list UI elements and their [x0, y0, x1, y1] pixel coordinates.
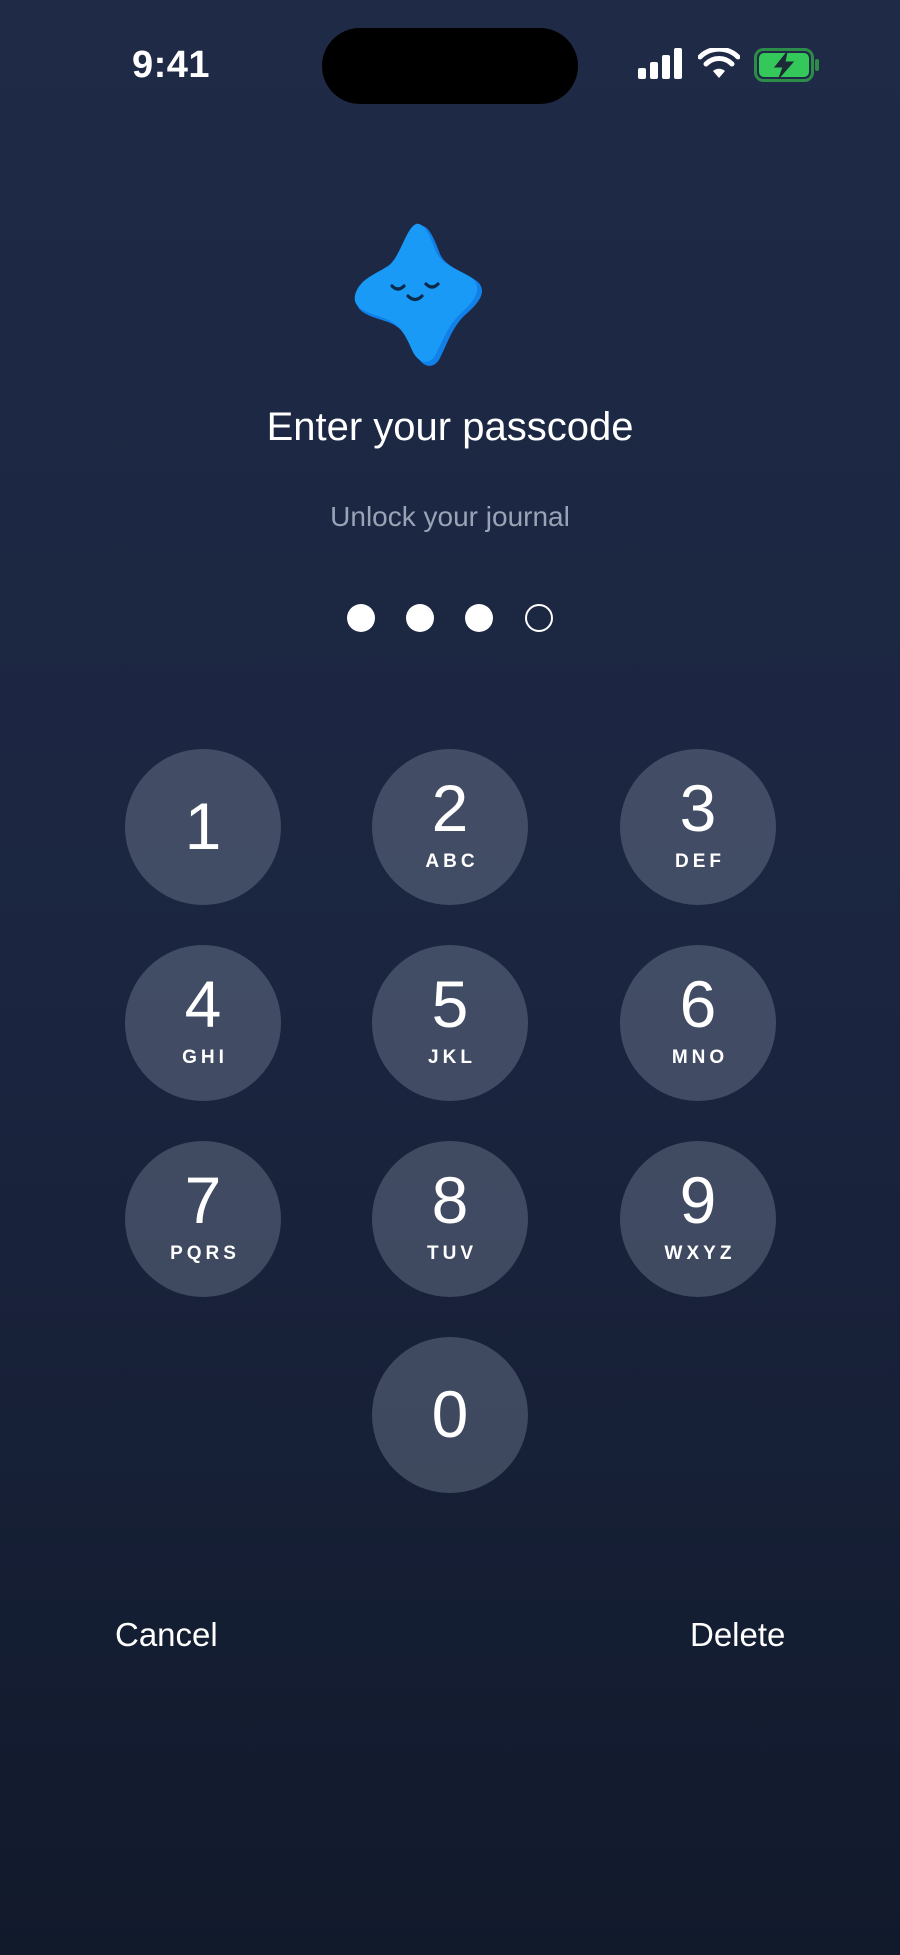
key-9[interactable]: 9 WXYZ — [620, 1141, 776, 1297]
cancel-button[interactable]: Cancel — [115, 1616, 218, 1654]
passcode-dot — [465, 604, 493, 632]
key-letters: PQRS — [170, 1243, 240, 1264]
key-6[interactable]: 6 MNO — [620, 945, 776, 1101]
key-8[interactable]: 8 TUV — [372, 1141, 528, 1297]
key-digit: 0 — [431, 1377, 469, 1451]
key-letters: ABC — [425, 851, 479, 872]
key-5[interactable]: 5 JKL — [372, 945, 528, 1101]
delete-button[interactable]: Delete — [690, 1616, 785, 1654]
page-title: Enter your passcode — [266, 405, 634, 449]
key-letters: MNO — [671, 1047, 729, 1068]
battery-charging-icon — [754, 48, 819, 82]
page-subtitle: Unlock your journal — [330, 501, 570, 532]
status-time: 9:41 — [132, 44, 211, 86]
key-digit: 2 — [431, 771, 469, 845]
status-icons — [638, 48, 819, 84]
key-digit: 6 — [679, 967, 717, 1041]
key-letters: JKL — [428, 1047, 476, 1068]
cellular-signal-icon — [638, 48, 682, 79]
key-letters: WXYZ — [664, 1243, 736, 1264]
key-7[interactable]: 7 PQRS — [125, 1141, 281, 1297]
passcode-indicator — [0, 604, 900, 634]
key-letters: GHI — [182, 1047, 228, 1068]
key-digit: 3 — [679, 771, 717, 845]
dynamic-island — [322, 28, 578, 104]
key-0[interactable]: 0 — [372, 1337, 528, 1493]
star-mascot-icon — [354, 223, 483, 366]
passcode-dot — [406, 604, 434, 632]
wifi-icon — [698, 48, 740, 78]
key-digit: 9 — [679, 1163, 717, 1237]
key-digit: 4 — [184, 967, 222, 1041]
key-3[interactable]: 3 DEF — [620, 749, 776, 905]
key-4[interactable]: 4 GHI — [125, 945, 281, 1101]
passcode-dot — [347, 604, 375, 632]
key-digit: 7 — [184, 1163, 222, 1237]
key-letters: DEF — [675, 851, 725, 872]
status-bar: 9:41 — [0, 0, 900, 120]
key-1[interactable]: 1 — [125, 749, 281, 905]
key-2[interactable]: 2 ABC — [372, 749, 528, 905]
key-digit: 8 — [431, 1163, 469, 1237]
passcode-dot — [525, 604, 553, 632]
key-digit: 5 — [431, 967, 469, 1041]
key-digit: 1 — [184, 789, 222, 863]
key-letters: TUV — [427, 1243, 477, 1264]
